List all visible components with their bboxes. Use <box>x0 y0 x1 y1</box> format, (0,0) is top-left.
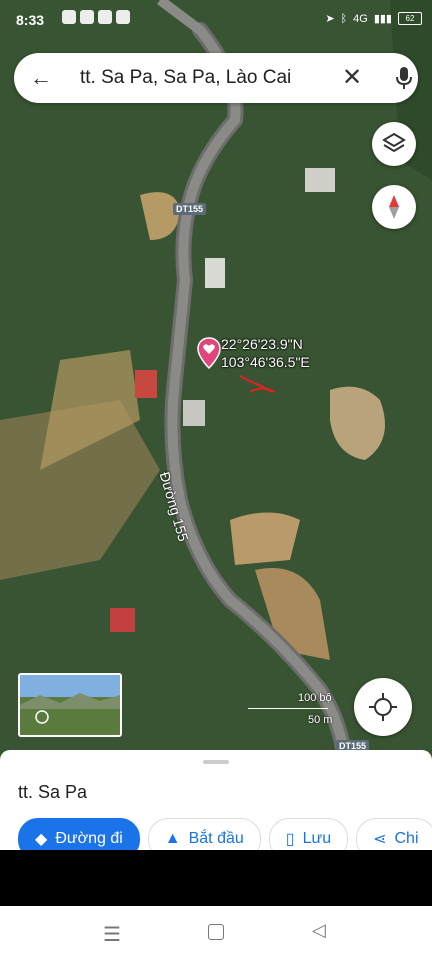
longitude: 103°46'36.5"E <box>221 354 310 370</box>
compass-icon <box>389 195 399 219</box>
location-pin-icon[interactable] <box>197 337 221 369</box>
directions-label: Đường đi <box>55 830 123 847</box>
search-query[interactable]: tt. Sa Pa, Sa Pa, Lào Cai <box>80 67 291 89</box>
coordinates-label: 22°26'23.9"N 103°46'36.5"E <box>221 335 310 371</box>
scale-meters: 50 m <box>308 714 333 726</box>
menu-icon[interactable]: ☰ <box>103 922 121 947</box>
messenger-icon <box>80 10 94 24</box>
status-bar: 8:33 ➤ ᛒ 4G ▮▮▮ 62 <box>0 0 432 40</box>
battery-icon: 62 <box>398 12 422 25</box>
mic-icon[interactable] <box>394 66 414 90</box>
map-imagery <box>0 0 432 760</box>
facebook-icon <box>98 10 112 24</box>
share-icon: ⋖ <box>373 831 387 848</box>
system-icons: ➤ ᛒ 4G ▮▮▮ 62 <box>325 12 422 25</box>
drag-handle[interactable] <box>203 760 229 764</box>
crosshair-icon <box>369 693 397 721</box>
system-nav-bar: ☰ ◁ <box>0 906 432 960</box>
save-label: Lưu <box>302 830 332 847</box>
road-label-dt155: DT155 <box>173 203 207 215</box>
navigation-arrow-icon: ▲ <box>164 830 181 847</box>
signal-icon: ▮▮▮ <box>373 13 392 25</box>
clock: 8:33 <box>16 12 45 28</box>
home-icon[interactable] <box>208 924 224 940</box>
bluetooth-icon: ᛒ <box>340 12 348 25</box>
share-label: Chi <box>394 830 419 847</box>
back-triangle-icon[interactable]: ◁ <box>312 920 326 941</box>
place-title: tt. Sa Pa <box>18 782 88 802</box>
location-icon: ➤ <box>325 13 335 25</box>
start-label: Bắt đầu <box>188 830 244 847</box>
scale-feet: 100 bộ <box>298 692 332 704</box>
network-label: 4G <box>353 12 368 25</box>
notification-icons <box>62 10 130 24</box>
my-location-button[interactable] <box>354 678 412 736</box>
system-black-bar <box>0 850 432 906</box>
satellite-map[interactable]: DT155 DT155 Đường 155 22°26'23.9"N 103°4… <box>0 0 432 760</box>
search-bar[interactable]: ← tt. Sa Pa, Sa Pa, Lào Cai ✕ <box>14 53 418 103</box>
directions-icon: ◆ <box>35 831 48 848</box>
close-icon[interactable]: ✕ <box>342 63 362 92</box>
latitude: 22°26'23.9"N <box>221 336 303 352</box>
street-view-thumbnail[interactable] <box>18 673 122 737</box>
bookmark-icon: ▯ <box>285 831 295 848</box>
back-arrow-icon[interactable]: ← <box>30 65 52 91</box>
layers-icon <box>382 132 406 153</box>
layers-button[interactable] <box>372 122 416 166</box>
place-sheet[interactable]: tt. Sa Pa ◆ Đường đi ▲ Bắt đầu ▯ Lưu ⋖ C… <box>0 750 432 860</box>
app-icon <box>62 10 76 24</box>
compass-button[interactable] <box>372 185 416 229</box>
game-icon <box>116 10 130 24</box>
